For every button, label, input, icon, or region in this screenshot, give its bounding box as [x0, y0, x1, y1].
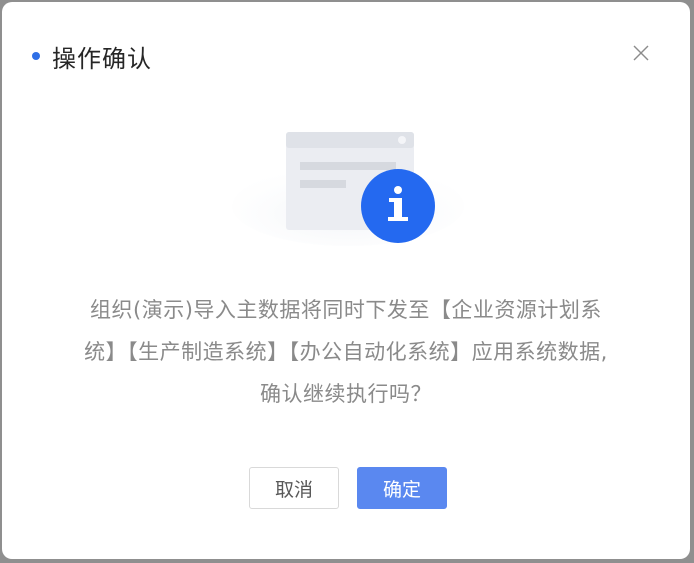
cancel-button[interactable]: 取消 — [249, 467, 339, 509]
close-icon — [633, 45, 649, 61]
close-button[interactable] — [630, 42, 652, 64]
confirm-message: 组织(演示)导入主数据将同时下发至【企业资源计划系 统】【生产制造系统】【办公自… — [42, 289, 650, 415]
dialog-title: 操作确认 — [52, 44, 152, 73]
message-line: 确认继续执行吗？ — [260, 382, 432, 406]
dialog-header: 操作确认 — [32, 36, 152, 76]
message-line: 统】【生产制造系统】【办公自动化系统】应用系统数据, — [84, 340, 608, 364]
info-illustration — [230, 128, 470, 248]
message-line: 组织(演示)导入主数据将同时下发至【企业资源计划系 — [90, 298, 602, 322]
title-dot-icon — [32, 52, 40, 60]
confirm-button[interactable]: 确定 — [357, 467, 447, 509]
confirm-dialog: 操作确认 组织(演示)导入主数据将同时下发至【企业资源计划系 统】【生产制造系统… — [2, 2, 690, 559]
info-icon — [361, 169, 435, 243]
